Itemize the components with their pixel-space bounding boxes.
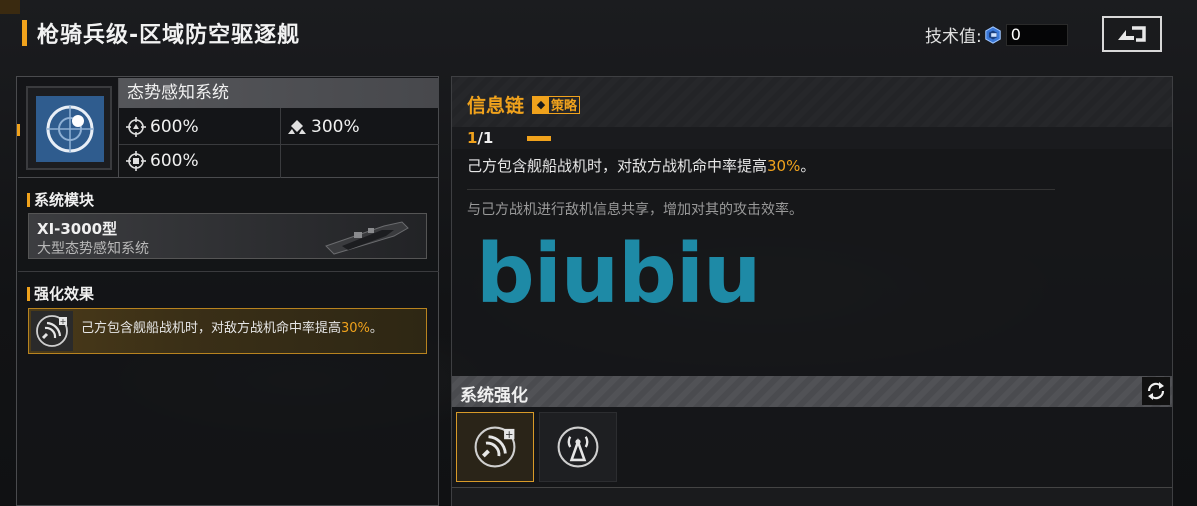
svg-text:+: + — [505, 429, 514, 441]
tech-value-display: 技术值: 0 — [925, 22, 1068, 47]
section-divider — [18, 271, 439, 272]
signal-upgrade-icon: + — [36, 315, 68, 347]
enhance-effect-text: 己方包含舰船战机时，对敌方战机命中率提高30%。 — [81, 317, 383, 336]
corner-decoration — [0, 0, 20, 14]
tech-point-icon — [984, 25, 1001, 44]
stat-defense: 600% — [125, 150, 199, 172]
exit-icon — [1118, 26, 1146, 42]
svg-text:+: + — [60, 317, 67, 326]
watermark: biubiu — [476, 227, 761, 322]
skill-level: 1/1 — [467, 129, 493, 147]
stat-divider-v — [280, 108, 281, 178]
section-accent-bar — [27, 192, 30, 207]
signal-upgrade-icon: + — [474, 426, 516, 468]
stat-defense-value: 600% — [150, 151, 199, 171]
section-accent-bar — [27, 286, 30, 301]
strategy-tag: ◆ 策略 — [532, 95, 581, 114]
skill-level-max: 1 — [482, 129, 494, 147]
refresh-button[interactable] — [1142, 377, 1170, 405]
skill-description: 己方包含舰船战机时，对敌方战机命中率提高30%。 — [467, 155, 815, 176]
radar-target-icon — [46, 105, 94, 153]
enhance-effect-card[interactable]: + 己方包含舰船战机时，对敌方战机命中率提高30%。 — [28, 308, 427, 354]
skill-desc-prefix: 己方包含舰船战机时，对敌方战机命中率提高 — [467, 157, 768, 175]
strategy-tag-label: 策略 — [551, 99, 578, 114]
strategy-tag-icon: ◆ — [533, 96, 550, 113]
tech-label: 技术值: — [925, 27, 982, 47]
system-enhance-header: 系统强化 — [452, 376, 1172, 407]
tech-value: 0 — [1005, 23, 1068, 46]
page-title: 枪骑兵级-区域防空驱逐舰 — [37, 23, 301, 48]
broadcast-tower-icon — [557, 426, 599, 468]
refresh-icon — [1147, 382, 1165, 400]
module-weapon-icon — [325, 221, 409, 255]
system-icon-bg — [36, 96, 104, 162]
enhance-section-label: 强化效果 — [27, 283, 94, 304]
skill-desc-suffix: 。 — [800, 157, 816, 175]
module-section-label: 系统模块 — [27, 189, 94, 210]
skill-level-current: 1 — [467, 129, 478, 147]
card-accent — [17, 124, 20, 136]
module-subtitle: 大型态势感知系统 — [37, 241, 149, 257]
stat-anti-ship-value: 300% — [311, 117, 360, 137]
skill-flavor-text: 与己方战机进行敌机信息共享，增加对其的攻击效率。 — [467, 202, 803, 218]
system-enhance-label: 系统强化 — [460, 386, 528, 406]
skill-title-row: 信息链 ◆ 策略 — [467, 91, 581, 118]
header: 枪骑兵级-区域防空驱逐舰 技术值: 0 — [0, 0, 1197, 70]
exit-button[interactable] — [1102, 16, 1162, 52]
module-name: XI-3000型 — [37, 220, 118, 238]
system-name: 态势感知系统 — [119, 78, 439, 108]
skill-divider — [467, 189, 1055, 190]
title-wrap: 枪骑兵级-区域防空驱逐舰 — [22, 17, 300, 49]
enhance-effect-highlight: 30% — [341, 321, 370, 336]
module-section-text: 系统模块 — [34, 191, 95, 209]
anti-ship-stat-icon — [288, 120, 306, 134]
skill-desc-highlight: 30% — [767, 157, 801, 175]
anti-air-stat-icon — [126, 117, 146, 137]
system-icon-frame[interactable] — [26, 86, 112, 170]
stat-anti-air-value: 600% — [150, 117, 199, 137]
skill-detail-panel: 信息链 ◆ 策略 1/1 己方包含舰船战机时，对敌方战机命中率提高30%。 与己… — [451, 76, 1173, 506]
stat-divider-h — [119, 144, 439, 145]
enhance-effect-icon-frame: + — [31, 311, 73, 351]
stat-anti-ship: 300% — [286, 116, 360, 138]
panel-footer — [452, 487, 1172, 506]
enhance-section-text: 强化效果 — [34, 285, 95, 303]
skill-level-pip — [527, 136, 551, 141]
enhance-effect-suffix: 。 — [369, 321, 383, 336]
title-accent-bar — [22, 20, 27, 46]
skill-header: 信息链 ◆ 策略 — [452, 77, 1172, 127]
defense-stat-icon — [126, 151, 146, 171]
stat-anti-air: 600% — [125, 116, 199, 138]
system-detail-panel: 态势感知系统 600% 300% 600% 系统模块 XI-3000型 大型态势… — [16, 76, 439, 506]
skill-title: 信息链 — [467, 95, 525, 117]
skill-level-row: 1/1 — [452, 127, 1172, 149]
module-card[interactable]: XI-3000型 大型态势感知系统 — [28, 213, 427, 259]
enhance-slot-2[interactable] — [539, 412, 617, 482]
enhance-slot-1[interactable]: + — [456, 412, 534, 482]
system-card: 态势感知系统 600% 300% 600% — [17, 78, 439, 178]
enhance-effect-prefix: 己方包含舰船战机时，对敌方战机命中率提高 — [81, 321, 342, 336]
